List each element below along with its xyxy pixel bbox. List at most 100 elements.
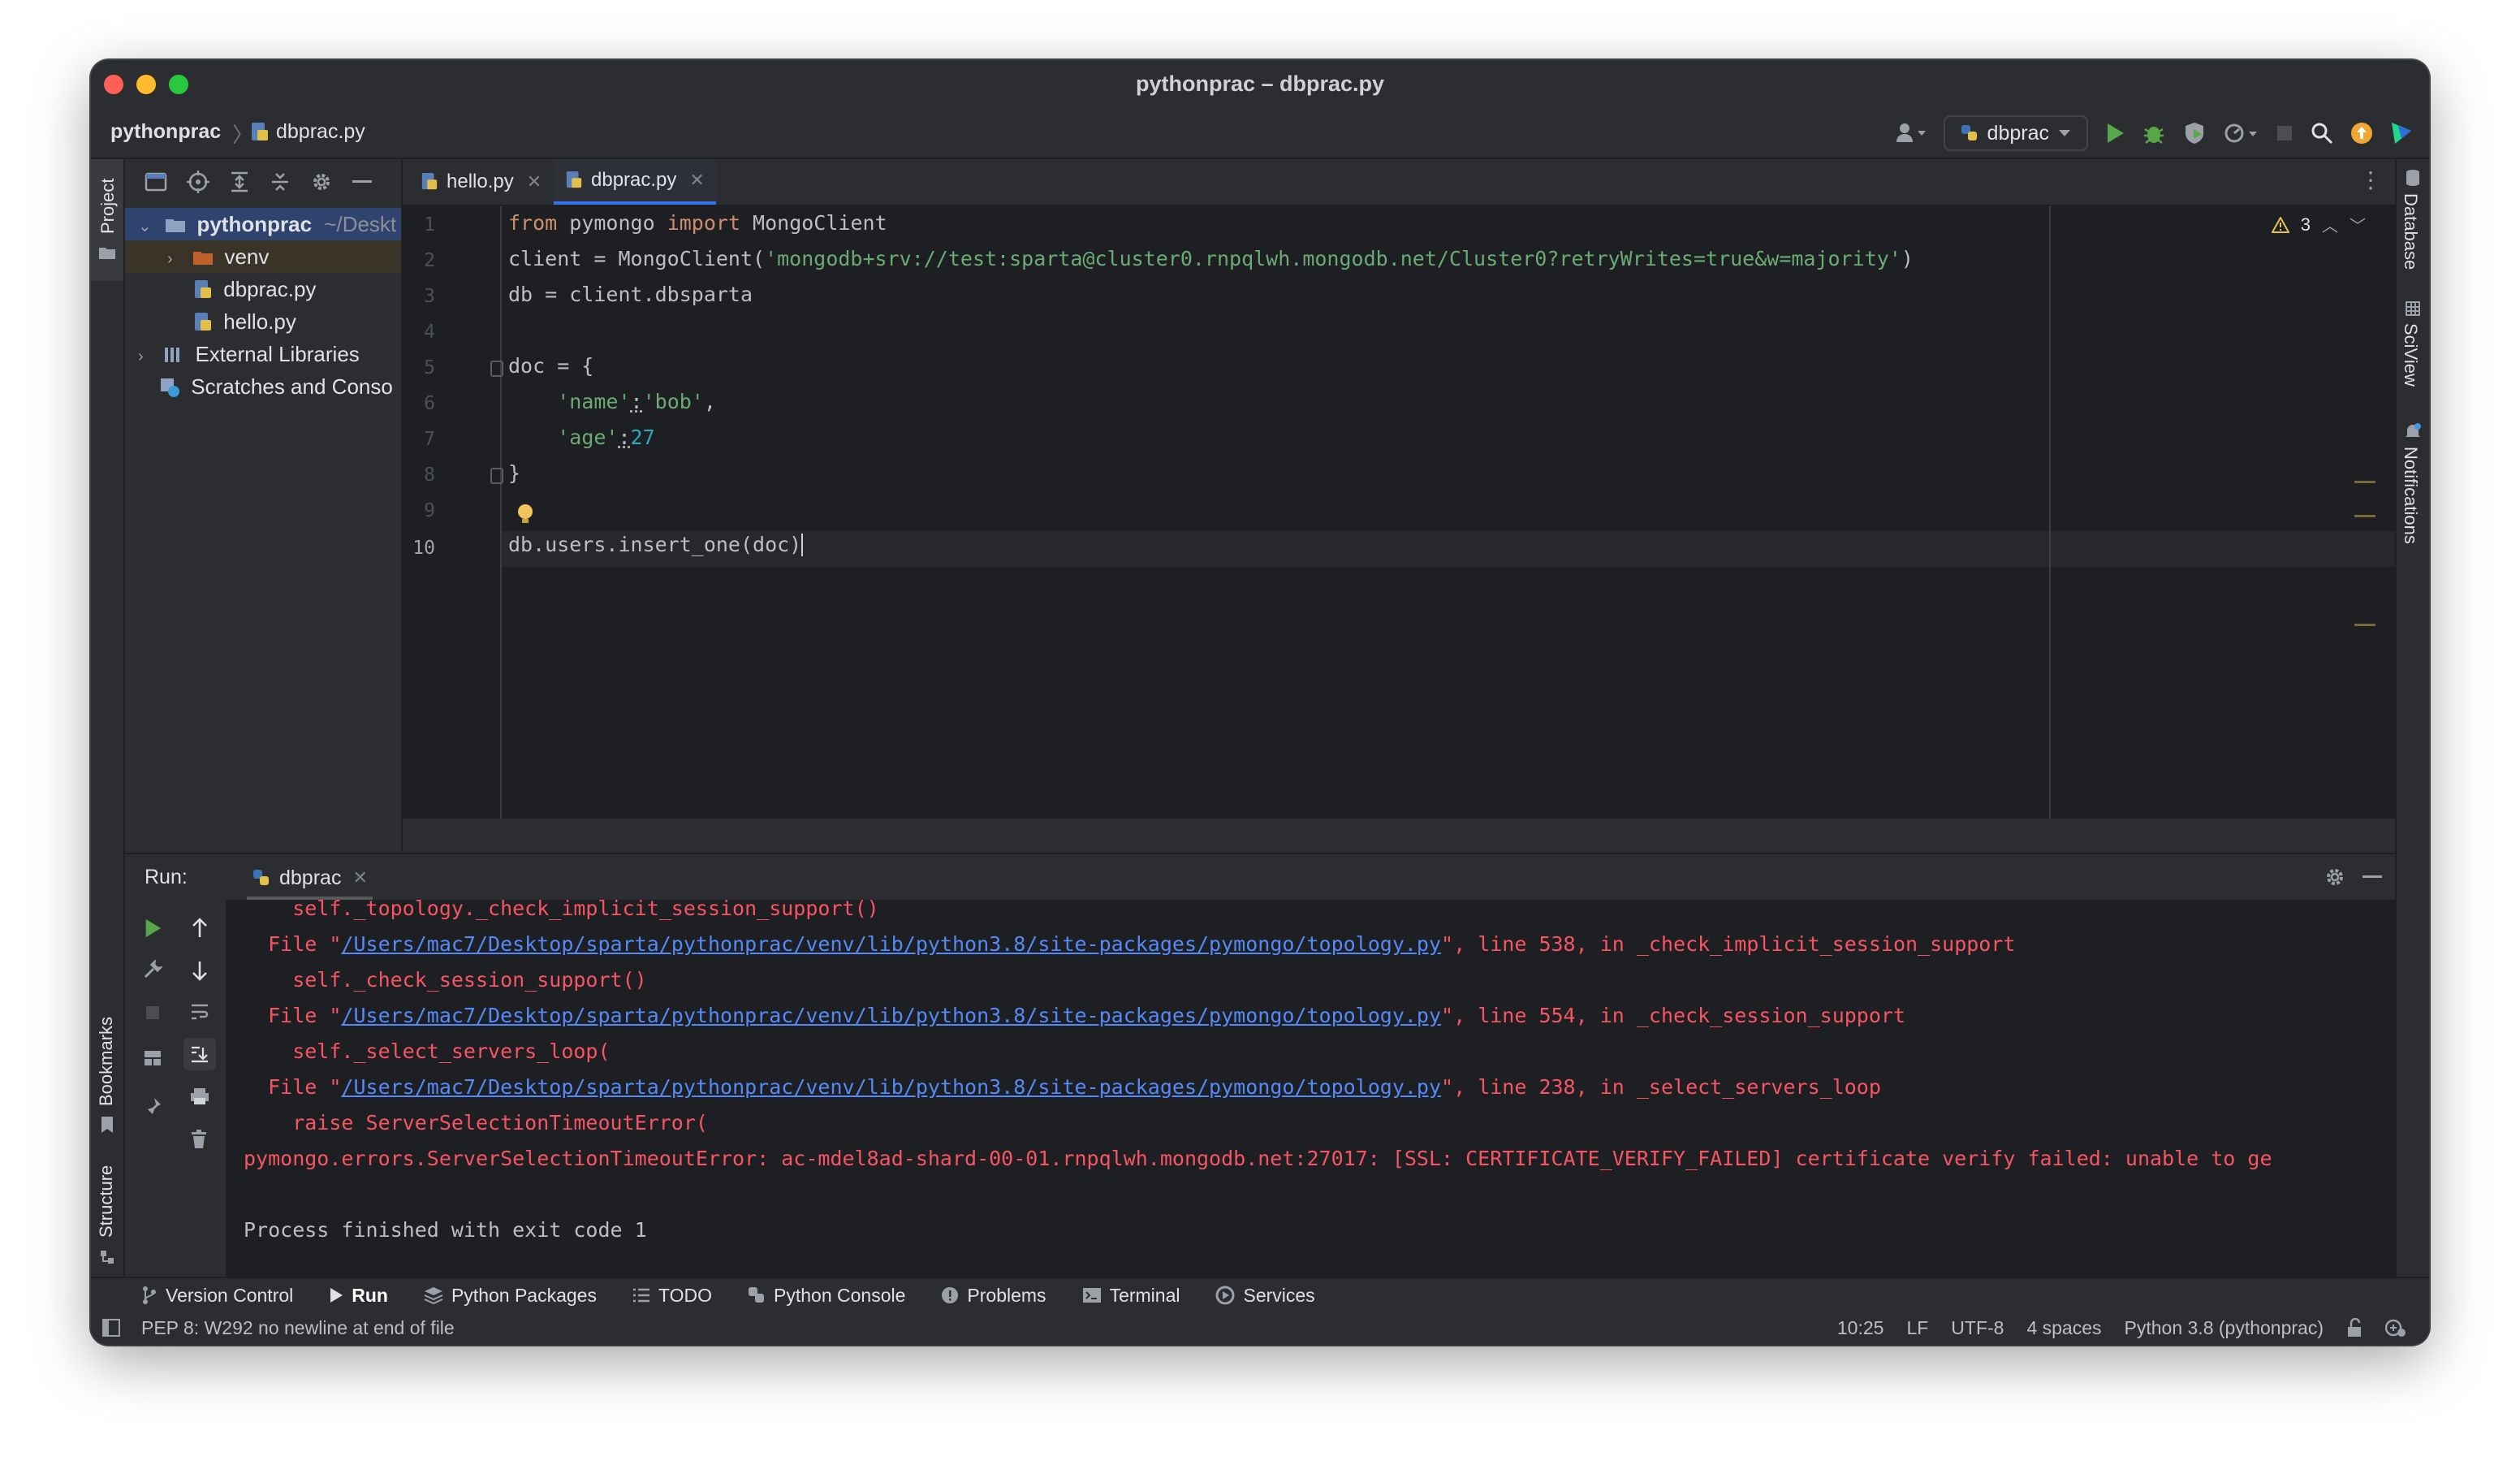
- fold-icon[interactable]: [490, 468, 503, 484]
- editor-horizontal-scroll-area[interactable]: [403, 819, 2395, 851]
- tree-item-hello[interactable]: hello.py: [125, 305, 401, 338]
- more-tabs-icon[interactable]: ⋮: [2359, 169, 2382, 192]
- jetbrains-logo-icon[interactable]: [2390, 121, 2413, 145]
- collapse-all-icon[interactable]: [270, 171, 291, 193]
- tree-item-venv[interactable]: › venv: [125, 240, 401, 273]
- wrench-icon[interactable]: [143, 960, 162, 979]
- stop-button[interactable]: [2275, 123, 2294, 143]
- gear-icon[interactable]: [2324, 866, 2346, 888]
- tree-item-label: venv: [224, 244, 270, 269]
- structure-tool-button[interactable]: Structure: [91, 1148, 123, 1270]
- inspection-widget[interactable]: 3 ︿ ﹀: [2271, 213, 2366, 236]
- rerun-icon[interactable]: [143, 918, 162, 939]
- console-text: File ": [244, 1004, 342, 1027]
- code-editor[interactable]: 1 2 3 4 5 6 7 8 9 10 from pymongo import…: [403, 206, 2395, 851]
- hide-panel-icon[interactable]: [352, 179, 372, 184]
- run-configuration-selector[interactable]: dbprac: [1943, 115, 2088, 151]
- close-icon[interactable]: ✕: [352, 867, 367, 888]
- coverage-button[interactable]: [2182, 121, 2207, 145]
- scroll-to-end-button[interactable]: [183, 1038, 216, 1070]
- line-number: 3: [424, 286, 435, 307]
- layout-icon[interactable]: [143, 1049, 162, 1067]
- code-string: 'age': [557, 426, 619, 449]
- debug-button[interactable]: [2142, 121, 2166, 145]
- sciview-tool-button[interactable]: SciView: [2397, 296, 2429, 401]
- inspector-icon[interactable]: [2385, 1318, 2406, 1338]
- tree-item-scratches[interactable]: Scratches and Conso: [125, 370, 401, 403]
- breadcrumb-project[interactable]: pythonprac: [110, 120, 221, 144]
- tree-item-label: hello.py: [223, 309, 296, 334]
- search-everywhere-button[interactable]: [2311, 122, 2333, 145]
- console-line: pymongo.errors.ServerSelectionTimeoutErr…: [244, 1147, 2272, 1170]
- project-tool-button[interactable]: Project: [91, 159, 123, 281]
- warning-marker[interactable]: [2354, 481, 2375, 483]
- file-link[interactable]: /Users/mac7/Desktop/sparta/pythonprac/ve…: [341, 932, 1441, 956]
- file-link[interactable]: /Users/mac7/Desktop/sparta/pythonprac/ve…: [341, 1004, 1441, 1027]
- pin-icon[interactable]: [143, 1096, 162, 1116]
- print-icon[interactable]: [189, 1087, 210, 1106]
- tool-todo[interactable]: TODO: [632, 1285, 712, 1307]
- console-text: self._topology._check_implicit_session_s…: [244, 900, 879, 920]
- stop-icon[interactable]: [144, 1004, 162, 1022]
- warning-marker[interactable]: [2354, 515, 2375, 517]
- fold-icon[interactable]: [490, 361, 503, 377]
- arrow-up-icon[interactable]: [190, 918, 209, 939]
- panel-toggle-icon[interactable]: [102, 1319, 120, 1337]
- branch-icon: [143, 1286, 156, 1304]
- arrow-down-icon[interactable]: [190, 960, 209, 981]
- tool-version-control[interactable]: Version Control: [141, 1285, 293, 1307]
- tool-problems[interactable]: Problems: [941, 1285, 1046, 1307]
- tree-item-dbprac[interactable]: dbprac.py: [125, 273, 401, 305]
- console-output[interactable]: self._topology._check_implicit_session_s…: [226, 900, 2395, 1278]
- soft-wrap-icon[interactable]: [190, 1002, 209, 1022]
- user-icon[interactable]: [1895, 121, 1927, 145]
- tab-hello-py[interactable]: hello.py ✕: [409, 159, 553, 205]
- warning-marker[interactable]: [2354, 624, 2375, 626]
- tab-dbprac-py[interactable]: dbprac.py ✕: [554, 159, 716, 205]
- lightbulb-icon[interactable]: [516, 503, 534, 526]
- tool-run[interactable]: Run: [329, 1285, 388, 1307]
- line-separator[interactable]: LF: [1906, 1317, 1928, 1339]
- database-tool-button[interactable]: Database: [2397, 159, 2429, 281]
- close-icon[interactable]: ✕: [527, 171, 542, 192]
- python-interpreter[interactable]: Python 3.8 (pythonprac): [2125, 1317, 2324, 1339]
- tool-services[interactable]: Services: [1215, 1284, 1315, 1307]
- line-number: 5: [424, 357, 435, 378]
- tool-label: Services: [1243, 1284, 1315, 1306]
- bookmarks-tool-button[interactable]: Bookmarks: [91, 1009, 123, 1139]
- run-tab-label: dbprac: [279, 866, 342, 889]
- update-button[interactable]: [2350, 121, 2374, 145]
- play-icon: [330, 1288, 343, 1303]
- grid-icon: [2406, 301, 2420, 316]
- caret-position[interactable]: 10:25: [1837, 1317, 1884, 1339]
- tool-terminal[interactable]: Terminal: [1082, 1285, 1180, 1307]
- tree-root-project[interactable]: ⌄ pythonprac ~/Deskt: [125, 208, 401, 240]
- trash-icon[interactable]: [190, 1129, 208, 1150]
- expand-all-icon[interactable]: [229, 171, 250, 193]
- indent-setting[interactable]: 4 spaces: [2026, 1317, 2101, 1339]
- console-text: ", line 554, in _check_session_support: [1441, 1004, 1905, 1027]
- profile-button[interactable]: [2223, 121, 2259, 145]
- tool-python-packages[interactable]: Python Packages: [424, 1285, 597, 1307]
- run-tab-dbprac[interactable]: dbprac ✕: [247, 859, 373, 900]
- file-encoding[interactable]: UTF-8: [1951, 1317, 2004, 1339]
- gear-icon[interactable]: [310, 171, 333, 193]
- tool-label: Problems: [967, 1284, 1046, 1306]
- file-link[interactable]: /Users/mac7/Desktop/sparta/pythonprac/ve…: [341, 1075, 1441, 1099]
- chevron-up-icon[interactable]: ︿: [2322, 213, 2338, 236]
- tree-root-path: ~/Deskt: [324, 212, 397, 236]
- unlock-icon[interactable]: [2346, 1318, 2362, 1338]
- close-icon[interactable]: ✕: [689, 170, 704, 191]
- tree-item-external-libraries[interactable]: › External Libraries: [125, 338, 401, 370]
- tool-label: Terminal: [1109, 1284, 1180, 1306]
- hide-panel-icon[interactable]: [2362, 875, 2382, 879]
- project-view-icon[interactable]: [145, 171, 167, 192]
- breadcrumb-file[interactable]: dbprac.py: [276, 120, 365, 144]
- notifications-tool-button[interactable]: Notifications: [2397, 419, 2429, 581]
- code-text: pymongo: [557, 211, 667, 235]
- tool-python-console[interactable]: Python Console: [748, 1285, 905, 1307]
- run-button[interactable]: [2104, 122, 2125, 145]
- stop-icon: [2277, 126, 2292, 140]
- locate-icon[interactable]: [187, 171, 209, 193]
- chevron-down-icon[interactable]: ﹀: [2350, 213, 2366, 236]
